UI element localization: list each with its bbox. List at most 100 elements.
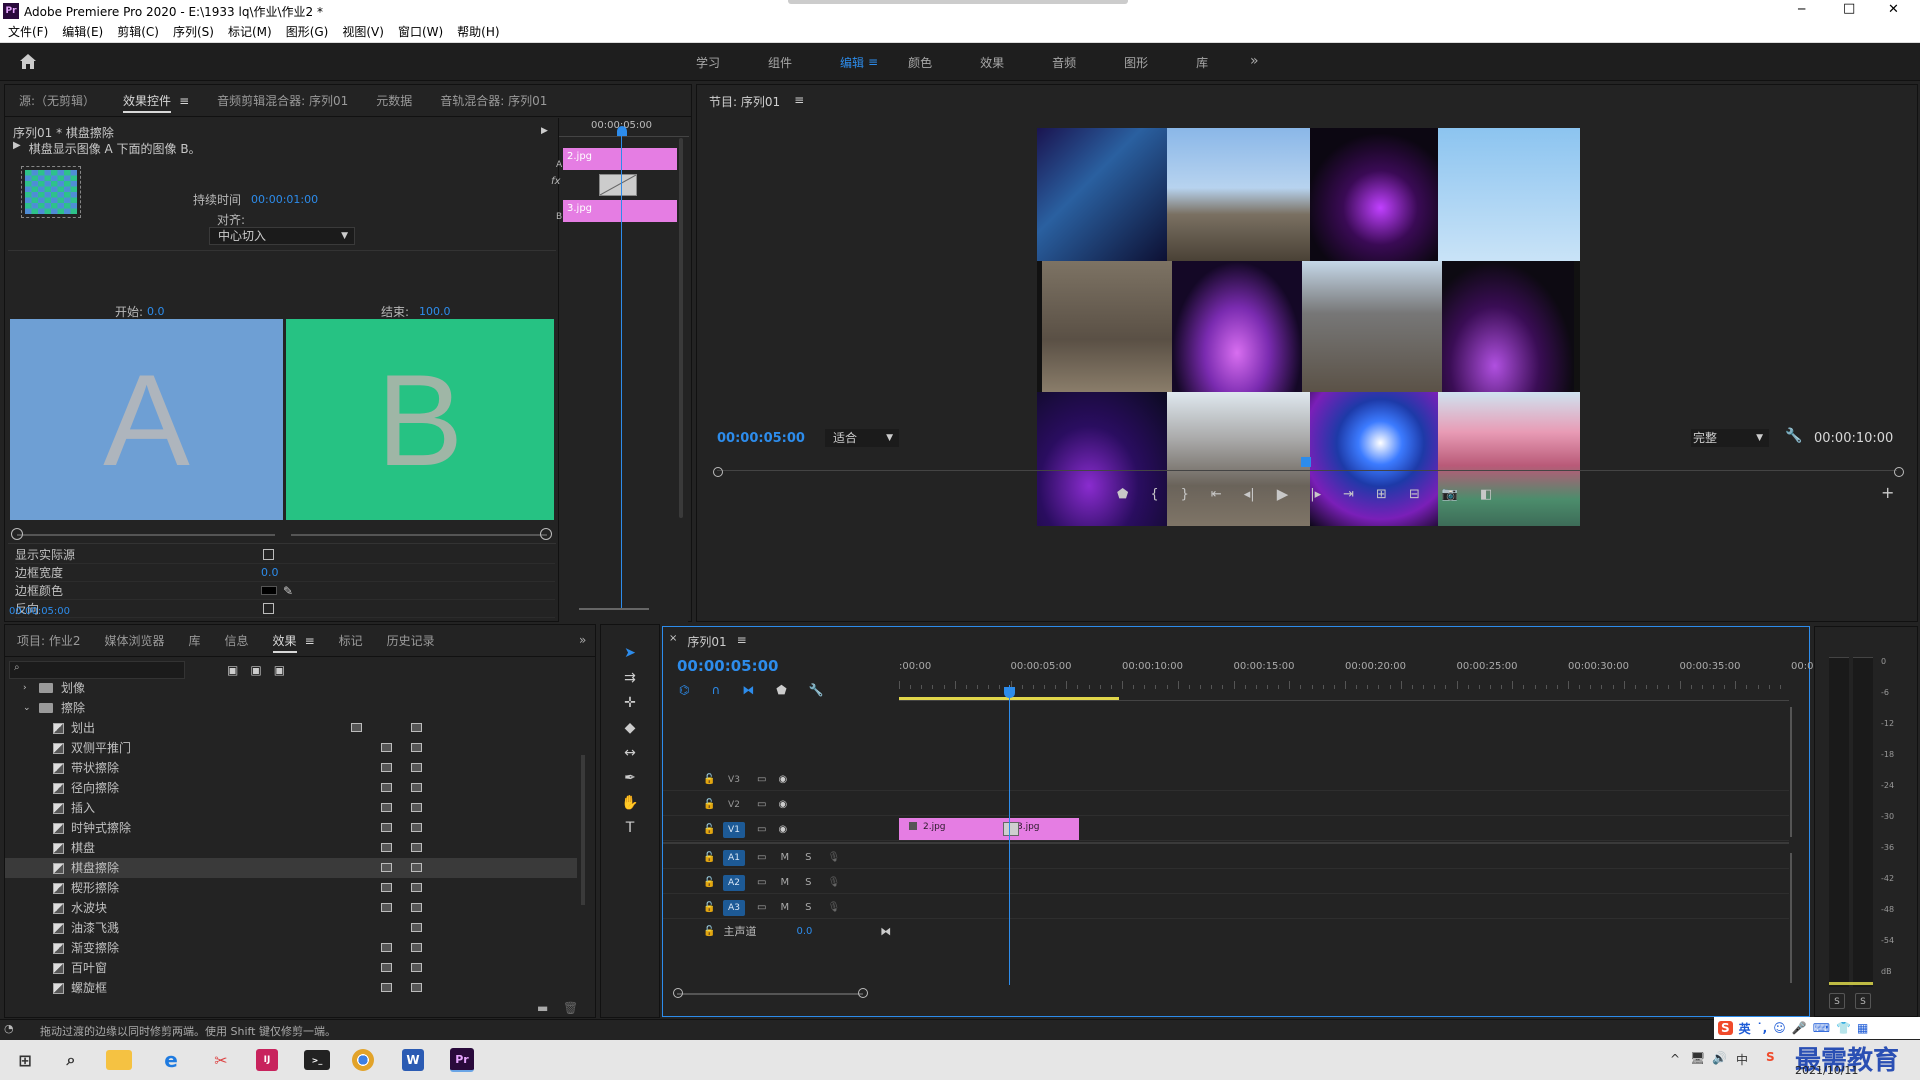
mark-in-icon[interactable]: { [1150, 487, 1158, 502]
effect-item[interactable]: 带状擦除 [5, 758, 577, 778]
mini-transition[interactable] [599, 174, 637, 196]
yuv-effects-icon[interactable]: ▣ [274, 663, 285, 677]
transition-block[interactable] [1003, 822, 1019, 836]
snap-icon[interactable]: ∩ [711, 683, 720, 697]
effect-controls-timecode[interactable]: 00:00:05:00 [9, 606, 70, 617]
add-marker-icon[interactable]: ⬟ [776, 683, 786, 697]
timeline-settings-icon[interactable]: 🔧 [809, 683, 824, 697]
more-tabs-icon[interactable]: » [579, 633, 586, 647]
solo-right-button[interactable]: S [1855, 993, 1871, 1009]
start-value[interactable]: 0.0 [147, 305, 165, 318]
mute-button[interactable]: M [780, 877, 789, 888]
show-hidden-icons[interactable]: ^ [1670, 1052, 1680, 1066]
sync-lock-icon[interactable]: ▭ [757, 799, 766, 810]
step-forward-icon[interactable]: |▸ [1310, 487, 1321, 502]
sync-lock-icon[interactable]: ▭ [757, 774, 766, 785]
effect-folder[interactable]: › 划像 [5, 678, 577, 698]
close-button[interactable]: ✕ [1888, 2, 1899, 17]
linked-selection-icon[interactable]: ⧓ [742, 683, 754, 697]
solo-left-button[interactable]: S [1829, 993, 1845, 1009]
mini-clip-b[interactable]: 3.jpg [563, 200, 677, 222]
property-checkbox[interactable] [263, 603, 274, 614]
workspace-tab[interactable]: 学习 [672, 54, 744, 71]
workspace-tab[interactable]: 图形 [1100, 54, 1172, 71]
effect-item[interactable]: 时钟式擦除 [5, 818, 577, 838]
play-transition-icon[interactable]: ▶ [541, 126, 548, 136]
sogou-tray-icon[interactable]: S [1766, 1050, 1775, 1064]
h-scroll-right-handle[interactable] [858, 988, 868, 998]
track-target-button[interactable]: V1 [723, 821, 745, 838]
input-method-icon[interactable]: 中 [1736, 1051, 1748, 1068]
lock-icon[interactable]: 🔓 [703, 824, 715, 835]
mini-playhead-handle[interactable] [617, 126, 627, 136]
menu-item[interactable]: 序列(S) [173, 22, 214, 43]
timeline-v-scrollbar-video[interactable] [1790, 707, 1792, 837]
timeline-clip[interactable]: 2.jpg [899, 818, 993, 840]
voice-icon[interactable]: 🎤 [1792, 1021, 1807, 1035]
taskbar-date[interactable]: 2021/10/11 [1795, 1064, 1858, 1077]
project-tab[interactable]: 标记 [327, 625, 375, 657]
solo-button[interactable]: S [805, 877, 811, 888]
slip-tool-icon[interactable]: ↔ [624, 745, 636, 761]
edge-icon[interactable]: e [156, 1046, 186, 1074]
effect-item[interactable]: 楔形擦除 [5, 878, 577, 898]
workspace-tab[interactable]: 效果 [956, 54, 1028, 71]
scrub-start-handle[interactable] [713, 467, 723, 477]
track-target-button[interactable]: A2 [723, 874, 745, 891]
eye-icon[interactable]: ◉ [778, 799, 787, 810]
solo-button[interactable]: S [805, 902, 811, 913]
go-to-in-icon[interactable]: ⇤ [1211, 487, 1222, 502]
chevron-down-icon[interactable]: ⌄ [23, 698, 37, 718]
start-slider[interactable] [17, 534, 275, 536]
lift-icon[interactable]: ⊞ [1376, 487, 1387, 502]
effect-folder[interactable]: ⌄ 擦除 [5, 698, 577, 718]
lock-icon[interactable]: 🔓 [703, 877, 715, 888]
sync-lock-icon[interactable]: ▭ [757, 877, 766, 888]
mute-button[interactable]: M [780, 902, 789, 913]
voiceover-mic-icon[interactable]: 🎙 [827, 877, 840, 888]
lock-icon[interactable]: 🔓 [703, 902, 715, 913]
mark-out-icon[interactable]: } [1181, 487, 1189, 502]
step-back-icon[interactable]: ◂| [1244, 487, 1255, 502]
master-expand-icon[interactable]: ⧓ [880, 925, 891, 938]
menu-item[interactable]: 视图(V) [342, 22, 384, 43]
quality-select[interactable]: 完整 ▼ [1691, 429, 1769, 447]
comparison-view-icon[interactable]: ◧ [1480, 487, 1492, 502]
expand-icon[interactable]: ▶ [13, 140, 21, 157]
mini-zoom-bar[interactable] [579, 608, 649, 610]
premiere-taskbar-icon[interactable]: Pr [450, 1048, 474, 1072]
home-icon[interactable] [18, 52, 38, 72]
timeline-h-scrollbar[interactable] [677, 993, 863, 995]
end-slider[interactable] [291, 534, 547, 536]
project-tab[interactable]: 项目: 作业2 [5, 625, 93, 657]
track-target-button[interactable]: A1 [723, 849, 745, 866]
program-timecode[interactable]: 00:00:05:00 [717, 431, 805, 446]
voiceover-mic-icon[interactable]: 🎙 [827, 852, 840, 863]
selection-tool-icon[interactable]: ➤ [624, 645, 636, 661]
hand-tool-icon[interactable]: ✋ [621, 795, 638, 811]
close-sequence-icon[interactable]: × [669, 633, 677, 650]
extract-icon[interactable]: ⊟ [1409, 487, 1420, 502]
timeline-v-scrollbar-audio[interactable] [1790, 853, 1792, 983]
timeline-timecode[interactable]: 00:00:05:00 [677, 657, 779, 675]
end-value[interactable]: 100.0 [419, 305, 451, 318]
start-slider-handle[interactable] [11, 528, 23, 540]
snipping-tool-icon[interactable]: ✂ [206, 1046, 236, 1074]
timeline-ruler[interactable]: :00:00 00:00:05:00 00:00:10:00 00:00:15:00 0… [899, 661, 1820, 689]
mini-scrollbar[interactable] [679, 138, 683, 518]
effect-item[interactable]: 水波块 [5, 898, 577, 918]
panel-tab[interactable]: 音频剪辑混合器: 序列01 [203, 85, 362, 117]
razor-tool-icon[interactable]: ◆ [625, 720, 636, 736]
mini-clip-a[interactable]: 2.jpg [563, 148, 677, 170]
eyedropper-icon[interactable]: ✎ [283, 582, 293, 600]
effect-item[interactable]: 径向擦除 [5, 778, 577, 798]
ime-mode[interactable]: 英 [1739, 1020, 1751, 1037]
effect-item[interactable]: 百叶窗 [5, 958, 577, 978]
delete-icon[interactable]: 🗑 [563, 1001, 578, 1015]
workspace-more-button[interactable]: » [1250, 53, 1259, 69]
effects-scrollbar[interactable] [581, 755, 585, 905]
add-marker-icon[interactable]: ⬟ [1117, 487, 1128, 502]
new-bin-icon[interactable]: ▬ [537, 1001, 548, 1015]
property-checkbox[interactable] [263, 549, 274, 560]
intellij-icon[interactable]: IJ [256, 1049, 278, 1071]
